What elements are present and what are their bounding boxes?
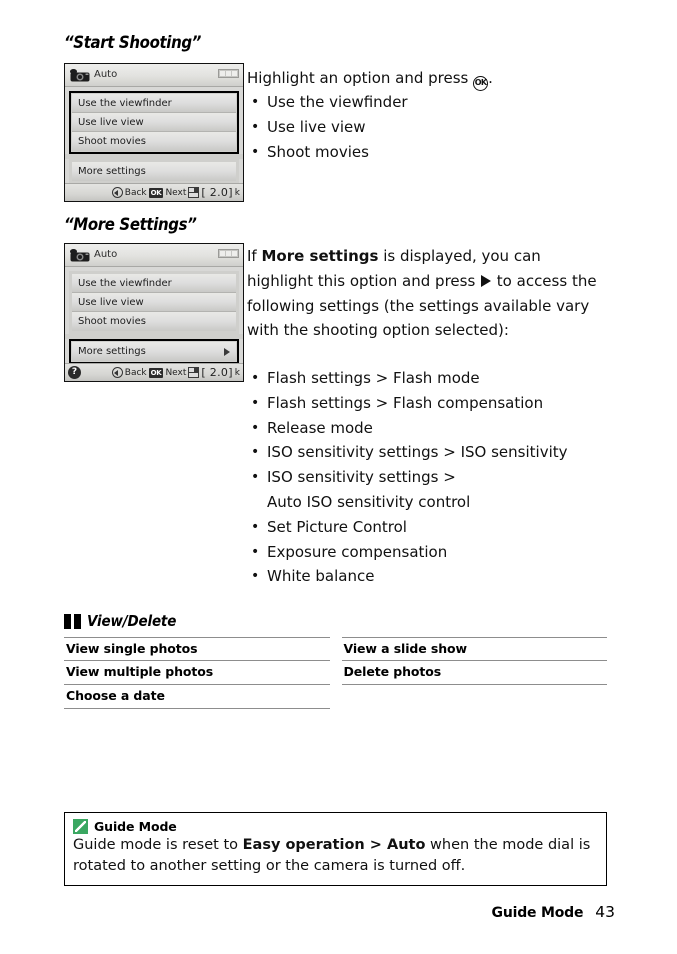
- lcd-status-bar: Auto: [65, 64, 243, 87]
- camera-icon: [70, 249, 90, 262]
- list-item: Set Picture Control: [247, 515, 647, 540]
- table-row-empty: [342, 685, 608, 709]
- start-shooting-bullet-list: Use the viewfinder Use live view Shoot m…: [247, 90, 647, 164]
- list-item: ISO sensitivity settings > ISO sensitivi…: [247, 440, 647, 465]
- table-row: View single photos: [64, 637, 330, 661]
- footer-chapter-label: Guide Mode: [491, 905, 584, 921]
- lcd-menu-item-live-view[interactable]: Use live view: [72, 293, 236, 312]
- lcd-bottom-bar: Back OK Next [ 2.0] k: [65, 183, 243, 201]
- page-footer: Guide Mode 43: [492, 903, 615, 921]
- instruction-text-before: Highlight an option and press: [247, 69, 474, 87]
- list-item: Flash settings > Flash mode: [247, 366, 647, 391]
- view-delete-column-left: View single photos View multiple photos …: [64, 637, 330, 709]
- lcd-next-label: Next: [165, 187, 187, 198]
- list-item: Exposure compensation: [247, 540, 647, 565]
- section-heading-start-shooting: “Start Shooting”: [64, 33, 202, 53]
- lcd-menu-item-shoot-movies[interactable]: Shoot movies: [72, 132, 236, 151]
- footer-page-number: 43: [595, 903, 615, 921]
- note-box-guide-mode: Guide Mode Guide mode is reset to Easy o…: [64, 812, 607, 886]
- table-row: Delete photos: [341, 661, 607, 685]
- lcd-mode-label: Auto: [94, 69, 118, 80]
- list-item-continuation: Auto ISO sensitivity control: [267, 492, 471, 511]
- lcd-bottom-bar: ? Back OK Next [ 2.0] k: [65, 363, 243, 381]
- battery-icon: [218, 69, 239, 78]
- note-header: Guide Mode: [73, 819, 598, 834]
- lcd-menu-item-viewfinder[interactable]: Use the viewfinder: [72, 94, 236, 113]
- list-item: Release mode: [247, 416, 647, 441]
- more-settings-bullet-list: Flash settings > Flash mode Flash settin…: [247, 366, 647, 589]
- lcd-screen-more-settings: Auto Use the viewfinder Use live view Sh…: [64, 243, 244, 382]
- lcd-menu-item-more-settings[interactable]: More settings: [72, 162, 236, 181]
- lcd-menu-item-more-settings[interactable]: More settings: [72, 342, 236, 361]
- lcd-more-settings-label: More settings: [78, 166, 146, 177]
- ok-button-glyph: OK: [473, 76, 489, 91]
- list-item: White balance: [247, 564, 647, 589]
- view-delete-heading: View/Delete: [64, 612, 186, 630]
- lcd-bottom-hints: Back OK Next [ 2.0] k: [111, 186, 243, 199]
- memory-card-icon: [188, 187, 200, 198]
- lcd-menu-item-viewfinder[interactable]: Use the viewfinder: [72, 274, 236, 293]
- instruction-bold-more-settings: More settings: [261, 247, 379, 265]
- instruction-text-part1: If: [247, 247, 262, 265]
- chevron-right-icon: [224, 347, 230, 356]
- lcd-more-settings-wrap: More settings: [69, 159, 239, 184]
- list-item: Use the viewfinder: [247, 90, 647, 115]
- pencil-note-icon: [73, 819, 88, 834]
- lcd-menu-group: Use the viewfinder Use live view Shoot m…: [69, 271, 239, 334]
- camera-icon: [70, 69, 90, 82]
- left-arrow-circle-icon: [111, 187, 123, 198]
- more-settings-instruction: If More settings is displayed, you can h…: [247, 244, 605, 343]
- ok-button-icon: OK: [148, 187, 164, 198]
- help-icon[interactable]: ?: [68, 366, 81, 379]
- lcd-more-settings-label: More settings: [78, 346, 146, 357]
- start-shooting-instruction: Highlight an option and press OK.: [247, 66, 647, 91]
- lcd-capacity: [ 2.0]: [201, 186, 233, 199]
- list-item: Use live view: [247, 115, 647, 140]
- lcd-more-settings-wrap: More settings: [69, 339, 239, 364]
- note-body: Guide mode is reset to Easy operation > …: [73, 835, 598, 877]
- battery-icon: [218, 249, 239, 258]
- list-item: ISO sensitivity settings >: [247, 465, 647, 490]
- lcd-back-label: Back: [124, 367, 147, 378]
- list-item: Flash settings > Flash compensation: [247, 391, 647, 416]
- section-heading-more-settings: “More Settings”: [64, 215, 197, 235]
- lcd-menu-item-shoot-movies[interactable]: Shoot movies: [72, 312, 236, 331]
- table-row: View multiple photos: [64, 661, 330, 685]
- manual-page: “Start Shooting” Auto Use the viewfinder…: [0, 0, 677, 954]
- multi-selector-right-icon: [481, 274, 492, 287]
- view-delete-title: View/Delete: [87, 612, 177, 630]
- lcd-capacity-unit: k: [234, 367, 240, 378]
- lcd-back-label: Back: [124, 187, 147, 198]
- lcd-screen-start-shooting: Auto Use the viewfinder Use live view Sh…: [64, 63, 244, 202]
- ok-button-icon: OK: [148, 367, 164, 378]
- playback-bars-icon: [64, 613, 81, 629]
- table-row: View a slide show: [341, 637, 607, 661]
- note-text-part1: Guide mode is reset to: [73, 837, 243, 853]
- instruction-text-after: .: [488, 69, 493, 87]
- memory-card-icon: [188, 367, 200, 378]
- note-title: Guide Mode: [94, 819, 177, 834]
- list-item: Shoot movies: [247, 140, 647, 165]
- table-row: Choose a date: [64, 685, 330, 709]
- lcd-mode-label: Auto: [94, 249, 118, 260]
- view-delete-column-right: View a slide show Delete photos: [341, 637, 608, 709]
- lcd-next-label: Next: [165, 367, 187, 378]
- lcd-capacity: [ 2.0]: [201, 366, 233, 379]
- note-text-bold: Easy operation > Auto: [242, 837, 426, 853]
- lcd-bottom-hints: Back OK Next [ 2.0] k: [111, 366, 243, 379]
- lcd-status-bar: Auto: [65, 244, 243, 267]
- lcd-menu-item-live-view[interactable]: Use live view: [72, 113, 236, 132]
- lcd-menu-group: Use the viewfinder Use live view Shoot m…: [69, 91, 239, 154]
- left-arrow-circle-icon: [111, 367, 123, 378]
- lcd-capacity-unit: k: [234, 187, 240, 198]
- view-delete-table: View single photos View multiple photos …: [64, 637, 607, 709]
